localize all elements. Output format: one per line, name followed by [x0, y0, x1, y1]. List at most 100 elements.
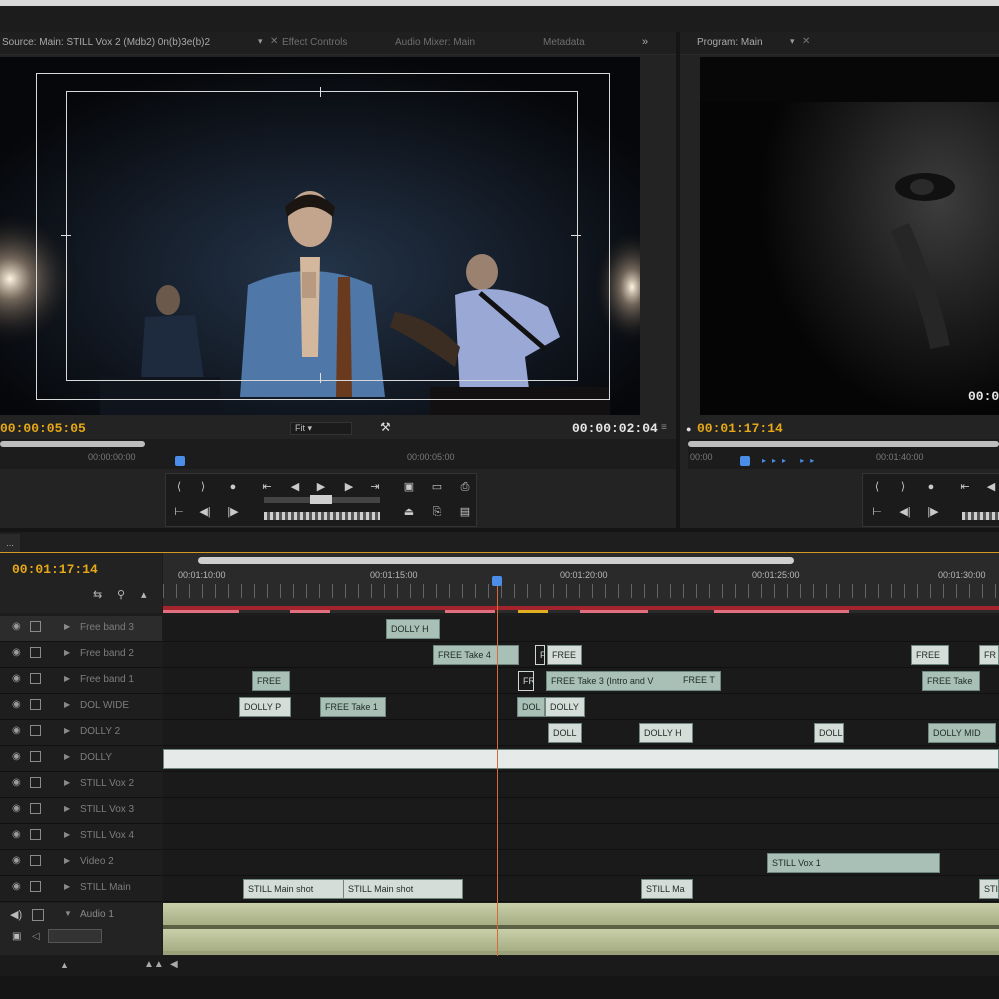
clip[interactable]: FREE Take 4 [433, 645, 519, 665]
timeline-zoom-scrollbar[interactable] [198, 557, 794, 564]
clip[interactable]: DOLLY H [639, 723, 693, 743]
clip[interactable]: STILL Main shot [243, 879, 345, 899]
snap-icon[interactable]: ⇆ [93, 588, 102, 601]
clip[interactable]: FREE [911, 645, 949, 665]
source-menu-icon[interactable]: ▾ [258, 36, 263, 47]
expand-triangle-icon[interactable]: ▶ [64, 804, 70, 813]
eye-icon[interactable]: ◉ [12, 855, 24, 867]
track-lane[interactable] [163, 824, 999, 850]
playhead-line[interactable] [497, 578, 498, 956]
lock-icon[interactable] [30, 829, 41, 840]
tab-audio-mixer[interactable]: Audio Mixer: Main [395, 37, 475, 48]
audio-expand-icon[interactable]: ▼ [64, 909, 72, 918]
eye-icon[interactable]: ◉ [12, 881, 24, 893]
clip[interactable] [163, 749, 999, 769]
source-playhead-timecode[interactable]: 00:00:05:05 [0, 421, 86, 436]
track-lane[interactable] [163, 798, 999, 824]
tab-metadata[interactable]: Metadata [543, 37, 585, 48]
expand-triangle-icon[interactable]: ▶ [64, 648, 70, 657]
track-lane[interactable]: STILL Vox 1 [163, 850, 999, 876]
program-zoom-bar[interactable] [688, 441, 999, 447]
expand-triangle-icon[interactable]: ▶ [64, 856, 70, 865]
extract-icon[interactable]: ⎘ [426, 503, 448, 521]
lock-icon[interactable] [30, 777, 41, 788]
expand-triangle-icon[interactable]: ▶ [64, 778, 70, 787]
program-step-back-icon[interactable]: ◀ [980, 478, 999, 496]
camera-icon[interactable]: ▤ [454, 503, 476, 521]
lock-icon[interactable] [30, 855, 41, 866]
program-loop-icon[interactable]: ◀| [894, 503, 916, 521]
timeline-playhead-handle[interactable] [492, 576, 502, 586]
expand-triangle-icon[interactable]: ▶ [64, 700, 70, 709]
clip[interactable]: DOLLY H [386, 619, 440, 639]
source-settings-icon[interactable]: ≡ [661, 422, 667, 433]
audio-lock-icon[interactable] [32, 909, 44, 921]
clip[interactable]: DOLLY [545, 697, 585, 717]
lock-icon[interactable] [30, 725, 41, 736]
expand-triangle-icon[interactable]: ▶ [64, 830, 70, 839]
expand-triangle-icon[interactable]: ▶ [64, 882, 70, 891]
expand-triangle-icon[interactable]: ▶ [64, 622, 70, 631]
program-add-marker-icon[interactable]: ● [920, 478, 942, 496]
track-lane[interactable]: FREE FR FREE Take 3 (Intro and V FREE T … [163, 668, 999, 694]
panel-menu-icon[interactable]: » [642, 36, 648, 48]
jog-wheel[interactable] [264, 512, 380, 520]
expand-triangle-icon[interactable]: ▶ [64, 726, 70, 735]
fit-dropdown[interactable]: Fit ▾ [290, 422, 352, 435]
settings-wrench-icon[interactable]: ⚒ [380, 420, 391, 434]
program-safe-margins-icon[interactable]: |▶ [922, 503, 944, 521]
eye-icon[interactable]: ◉ [12, 647, 24, 659]
add-marker-icon[interactable]: ● [222, 478, 244, 496]
program-menu-icon[interactable]: ▾ [790, 36, 795, 47]
program-playhead-timecode[interactable]: 00:01:17:14 [697, 421, 783, 436]
clip[interactable]: DOLLY P [239, 697, 291, 717]
audio-volume-field[interactable] [48, 929, 102, 943]
lock-icon[interactable] [30, 803, 41, 814]
clip[interactable]: FREE Take 1 [320, 697, 386, 717]
mark-out-icon[interactable]: ⟩ [192, 478, 214, 496]
clip[interactable]: STILL Ma [641, 879, 693, 899]
eye-icon[interactable]: ◉ [12, 829, 24, 841]
marker-icon[interactable]: ⚲ [117, 588, 125, 601]
program-tab-close-icon[interactable]: ✕ [802, 36, 810, 47]
overwrite-icon[interactable]: ▭ [426, 478, 448, 496]
tab-effect-controls[interactable]: Effect Controls [282, 37, 347, 48]
keyframe-icon[interactable]: ▣ [12, 931, 21, 942]
clip[interactable]: FREE [252, 671, 290, 691]
eye-icon[interactable]: ◉ [12, 803, 24, 815]
clip[interactable]: DOLLY MID [928, 723, 996, 743]
eye-icon[interactable]: ◉ [12, 751, 24, 763]
audio-key-nav-icon[interactable]: ◁ [32, 931, 40, 942]
speaker-icon[interactable]: ◀) [10, 908, 22, 921]
tab-close-icon[interactable]: ✕ [270, 36, 278, 47]
program-play-in-out-icon[interactable]: ⊢ [866, 503, 888, 521]
loop-icon[interactable]: ◀| [194, 503, 216, 521]
lock-icon[interactable] [30, 647, 41, 658]
zoom-out-icon[interactable]: ▲ [60, 960, 69, 970]
export-frame-icon[interactable]: ⎙ [454, 478, 476, 496]
program-go-to-in-icon[interactable]: ⇤ [954, 478, 976, 496]
track-lane[interactable] [163, 772, 999, 798]
clip[interactable]: DOL [517, 697, 545, 717]
eye-icon[interactable]: ◉ [12, 699, 24, 711]
play-in-to-out-icon[interactable]: ⊢ [168, 503, 190, 521]
scroll-left-icon[interactable]: ◀ [170, 959, 178, 970]
clip[interactable]: DOLL [814, 723, 844, 743]
step-back-icon[interactable]: ◀ [284, 478, 306, 496]
track-lane[interactable]: DOLL DOLLY H DOLL DOLLY MID [163, 720, 999, 746]
lock-icon[interactable] [30, 881, 41, 892]
clip[interactable]: DOLL [548, 723, 582, 743]
clip[interactable]: F [535, 645, 545, 665]
clip[interactable]: STILL Main shot [343, 879, 463, 899]
track-lane[interactable]: STILL Main shot STILL Main shot STILL Ma… [163, 876, 999, 902]
set-marker-icon[interactable]: ▴ [141, 588, 147, 601]
zoom-in-icon[interactable]: ▲▲ [144, 959, 164, 970]
track-lane[interactable] [163, 746, 999, 772]
play-icon[interactable]: ▶ [310, 478, 332, 496]
clip[interactable]: STILL Vox 1 [767, 853, 940, 873]
program-mark-out-icon[interactable]: ⟩ [892, 478, 914, 496]
program-mark-in-icon[interactable]: ⟨ [866, 478, 888, 496]
clip[interactable]: FR [979, 645, 999, 665]
lock-icon[interactable] [30, 699, 41, 710]
mark-in-icon[interactable]: ⟨ [168, 478, 190, 496]
